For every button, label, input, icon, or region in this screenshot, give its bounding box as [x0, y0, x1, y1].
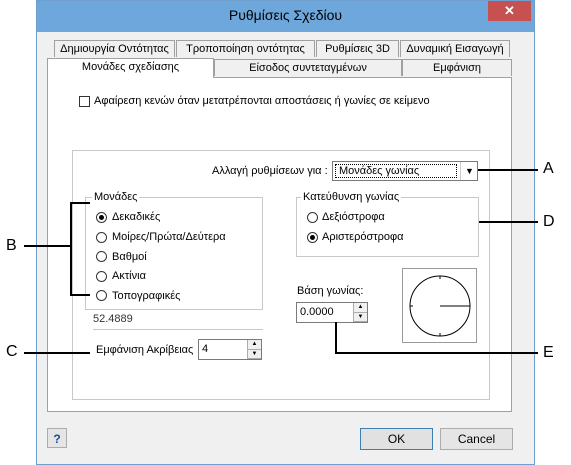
spin-up-icon[interactable]: ▲	[354, 303, 367, 313]
callout-line-b	[24, 245, 70, 247]
callout-line-a	[478, 169, 538, 171]
close-button[interactable]: ✕	[488, 1, 531, 21]
tab-drawing-units[interactable]: Μονάδες σχεδίασης	[47, 58, 214, 78]
remove-spaces-checkbox[interactable]	[79, 96, 90, 107]
callout-bracket-b	[70, 202, 72, 296]
precision-value: 4	[202, 343, 209, 355]
callout-c: C	[6, 343, 18, 360]
callout-d: D	[543, 213, 555, 230]
window-title: Ρυθμίσεις Σχεδίου	[228, 7, 343, 23]
radio-grads-label: Βαθμοί	[112, 251, 147, 263]
tab-modify-entity[interactable]: Τροποποίηση οντότητας	[176, 40, 315, 57]
radio-surveyor[interactable]	[96, 290, 107, 301]
base-angle-input[interactable]: 0.0000 ▲ ▼	[296, 302, 368, 323]
callout-a: A	[543, 160, 554, 177]
units-legend: Μονάδες	[92, 191, 140, 203]
radio-clockwise-label: Δεξιόστροφα	[322, 211, 385, 223]
remove-spaces-label: Αφαίρεση κενών όταν μετατρέπονται αποστά…	[94, 95, 430, 107]
callout-line-c	[24, 352, 90, 354]
radio-counterclockwise-label: Αριστερόστροφα	[322, 231, 404, 243]
radio-radians[interactable]	[96, 271, 107, 282]
chevron-down-icon[interactable]: ▼	[460, 162, 478, 180]
change-settings-dropdown[interactable]: Μονάδες γωνίας ▼	[332, 161, 478, 181]
tab-3d-settings[interactable]: Ρυθμίσεις 3D	[316, 40, 399, 57]
callout-b: B	[6, 237, 17, 254]
radio-decimal[interactable]	[96, 212, 107, 223]
callout-bracket-b-bottom	[70, 294, 90, 296]
cancel-button[interactable]: Cancel	[440, 428, 513, 450]
callout-line-d	[479, 221, 538, 223]
direction-legend: Κατεύθυνση γωνίας	[301, 191, 402, 203]
help-button[interactable]: ?	[47, 428, 67, 448]
direction-group	[296, 197, 479, 257]
spin-up-icon[interactable]: ▲	[248, 340, 261, 350]
change-settings-label: Αλλαγή ρυθμίσεων για :	[212, 165, 328, 177]
radio-clockwise[interactable]	[307, 212, 318, 223]
radio-dms-label: Μοίρες/Πρώτα/Δεύτερα	[112, 231, 226, 243]
callout-bracket-b-top	[70, 202, 90, 204]
radio-counterclockwise[interactable]	[307, 232, 318, 243]
callout-e: E	[543, 344, 554, 361]
angle-preview	[402, 268, 477, 343]
radio-degrees-minutes-seconds[interactable]	[96, 232, 107, 243]
tab-display[interactable]: Εμφάνιση	[402, 59, 512, 76]
callout-line-e	[335, 352, 538, 354]
spin-down-icon[interactable]: ▼	[248, 350, 261, 359]
angle-dial-icon	[409, 275, 471, 337]
precision-spinner[interactable]: ▲ ▼	[247, 340, 261, 359]
radio-radians-label: Ακτίνια	[112, 270, 146, 282]
precision-label: Εμφάνιση Ακρίβειας	[96, 344, 194, 356]
base-angle-value: 0.0000	[300, 306, 334, 318]
tab-create-entity[interactable]: Δημιουργία Οντότητας	[54, 40, 175, 57]
radio-surveyor-label: Τοπογραφικές	[112, 290, 181, 302]
base-angle-spinner[interactable]: ▲ ▼	[353, 303, 367, 322]
tab-coordinate-input[interactable]: Είσοδος συντεταγμένων	[214, 59, 402, 76]
callout-line-e-vertical	[335, 322, 337, 354]
ok-button[interactable]: OK	[360, 428, 433, 450]
radio-grads[interactable]	[96, 251, 107, 262]
precision-input[interactable]: 4 ▲ ▼	[198, 339, 262, 360]
spin-down-icon[interactable]: ▼	[354, 313, 367, 322]
dropdown-selected-value: Μονάδες γωνίας	[335, 164, 457, 178]
units-preview: 52.4889	[93, 311, 263, 330]
base-angle-label: Βάση γωνίας:	[297, 285, 364, 297]
radio-decimal-label: Δεκαδικές	[112, 211, 161, 223]
tab-dynamic-input[interactable]: Δυναμική Εισαγωγή	[400, 40, 510, 57]
